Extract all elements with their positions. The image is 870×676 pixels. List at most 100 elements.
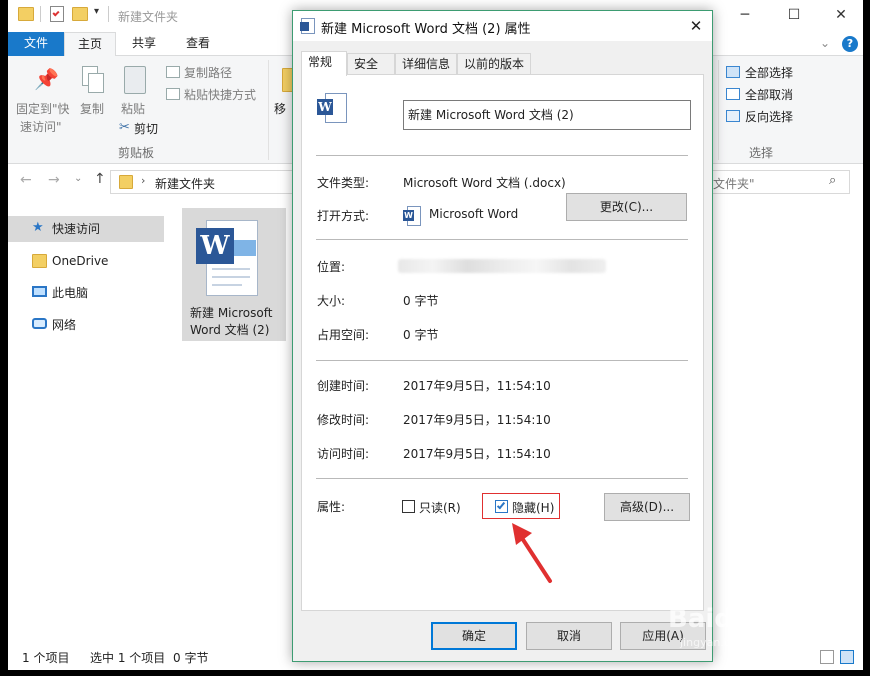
close-icon[interactable]: ✕ <box>685 15 707 37</box>
file-name-line1: 新建 Microsoft <box>190 306 273 320</box>
select-none-button[interactable]: 全部取消 <box>745 86 793 103</box>
pin-label[interactable]: 固定到"快 <box>16 100 70 117</box>
star-icon: ★ <box>32 220 44 235</box>
tab-view[interactable]: 查看 <box>172 32 224 56</box>
close-icon[interactable]: ✕ <box>826 4 856 26</box>
window-title: 新建文件夹 <box>118 10 179 24</box>
file-item[interactable]: W 新建 Microsoft Word 文档 (2) <box>182 208 286 341</box>
invert-selection-button[interactable]: 反向选择 <box>745 108 793 125</box>
file-type-value: Microsoft Word 文档 (.docx) <box>403 176 566 190</box>
recent-chevron-icon[interactable]: ⌄ <box>74 173 82 184</box>
word-app-icon: W <box>403 206 421 226</box>
accessed-value: 2017年9月5日，11:54:10 <box>403 447 551 461</box>
word-document-icon: W <box>317 93 349 127</box>
tab-home[interactable]: 主页 <box>64 32 116 57</box>
pin-label-2[interactable]: 速访问" <box>20 118 62 135</box>
up-icon[interactable]: ↑ <box>94 171 106 187</box>
tab-security[interactable]: 安全 <box>347 53 395 75</box>
large-icons-view-icon[interactable] <box>840 650 854 664</box>
select-group-label: 选择 <box>749 146 774 160</box>
dialog-titlebar: 新建 Microsoft Word 文档 (2) 属性 ✕ <box>293 11 712 41</box>
ok-button[interactable]: 确定 <box>431 622 517 650</box>
search-icon[interactable]: ⌕ <box>829 173 836 188</box>
hidden-label: 隐藏(H) <box>512 501 555 515</box>
network-icon <box>32 318 47 329</box>
checkmark-icon <box>496 500 506 510</box>
chevron-down-icon[interactable]: ⌄ <box>820 36 830 50</box>
properties-dialog: 新建 Microsoft Word 文档 (2) 属性 ✕ 常规 安全 详细信息… <box>292 10 713 662</box>
invert-selection-icon <box>726 110 740 122</box>
nav-item-network[interactable]: 网络 <box>8 312 164 338</box>
tab-general[interactable]: 常规 <box>301 51 347 76</box>
nav-item-label: OneDrive <box>52 254 109 268</box>
divider <box>108 6 109 22</box>
nav-item-label: 快速访问 <box>52 222 101 236</box>
copy-icon <box>82 66 104 94</box>
search-input[interactable]: 文件夹" ⌕ <box>708 170 850 194</box>
breadcrumb[interactable]: 新建文件夹 <box>155 175 215 192</box>
word-document-icon: W <box>196 218 258 298</box>
cancel-button[interactable]: 取消 <box>526 622 612 650</box>
select-none-icon <box>726 88 740 100</box>
paste-icon <box>124 66 146 94</box>
monitor-icon <box>32 286 47 297</box>
chevron-down-icon[interactable]: ▾ <box>94 6 99 17</box>
move-button[interactable]: 移 <box>274 100 286 117</box>
attributes-label: 属性: <box>317 500 346 514</box>
created-label: 创建时间: <box>317 379 370 393</box>
location-label: 位置: <box>317 260 346 274</box>
forward-icon[interactable]: → <box>48 172 60 188</box>
maximize-icon[interactable]: ☐ <box>779 4 809 26</box>
minimize-icon[interactable]: ─ <box>730 4 760 26</box>
file-name: 新建 Microsoft Word 文档 (2) <box>190 305 282 339</box>
clipboard-group-label: 剪贴板 <box>118 146 155 160</box>
tab-previous-versions[interactable]: 以前的版本 <box>457 53 531 75</box>
copy-path-button[interactable]: 复制路径 <box>184 64 232 81</box>
paste-button[interactable]: 粘贴 <box>121 100 145 117</box>
nav-item-label: 网络 <box>52 318 77 332</box>
nav-item-quick-access[interactable]: ★ 快速访问 <box>8 216 164 242</box>
folder-icon <box>119 175 133 189</box>
change-button[interactable]: 更改(C)... <box>566 193 687 221</box>
nav-item-onedrive[interactable]: OneDrive <box>8 248 164 274</box>
back-icon[interactable]: ← <box>20 172 32 188</box>
size-on-disk-label: 占用空间: <box>317 328 370 342</box>
details-view-icon[interactable] <box>820 650 834 664</box>
help-icon[interactable]: ? <box>842 36 858 52</box>
file-type-label: 文件类型: <box>317 176 370 190</box>
advanced-button[interactable]: 高级(D)... <box>604 493 690 521</box>
size-on-disk-value: 0 字节 <box>403 328 439 342</box>
created-value: 2017年9月5日，11:54:10 <box>403 379 551 393</box>
divider <box>718 60 719 160</box>
location-value-blurred <box>398 259 606 273</box>
size-value: 0 字节 <box>403 294 439 308</box>
nav-item-this-pc[interactable]: 此电脑 <box>8 280 164 306</box>
cut-button[interactable]: 剪切 <box>134 120 158 137</box>
divider <box>316 478 688 479</box>
filename-input[interactable]: 新建 Microsoft Word 文档 (2) <box>403 100 691 130</box>
selected-count: 选中 1 个项目 <box>90 651 166 665</box>
folder-icon <box>32 254 47 268</box>
file-name-line2: Word 文档 (2) <box>190 323 270 337</box>
breadcrumb-separator-icon: › <box>141 174 146 187</box>
divider <box>316 155 688 156</box>
size-label: 大小: <box>317 294 346 308</box>
select-all-button[interactable]: 全部选择 <box>745 64 793 81</box>
tab-share[interactable]: 共享 <box>118 32 170 56</box>
tab-file[interactable]: 文件 <box>8 32 64 56</box>
nav-item-label: 此电脑 <box>52 286 89 300</box>
paste-shortcut-icon <box>166 88 180 100</box>
paste-shortcut-button[interactable]: 粘贴快捷方式 <box>184 86 256 103</box>
properties-icon[interactable] <box>50 6 64 22</box>
tab-details[interactable]: 详细信息 <box>395 53 457 75</box>
divider <box>40 6 41 22</box>
scissors-icon: ✂ <box>119 120 130 135</box>
hidden-checkbox-box[interactable] <box>495 500 508 513</box>
copy-path-icon <box>166 66 180 78</box>
readonly-checkbox-box[interactable] <box>402 500 415 513</box>
copy-button[interactable]: 复制 <box>80 100 104 117</box>
general-panel: W 新建 Microsoft Word 文档 (2) 文件类型: Microso… <box>301 74 704 611</box>
new-folder-icon[interactable] <box>72 7 88 21</box>
readonly-label: 只读(R) <box>419 501 461 515</box>
selected-size: 0 字节 <box>173 651 209 665</box>
